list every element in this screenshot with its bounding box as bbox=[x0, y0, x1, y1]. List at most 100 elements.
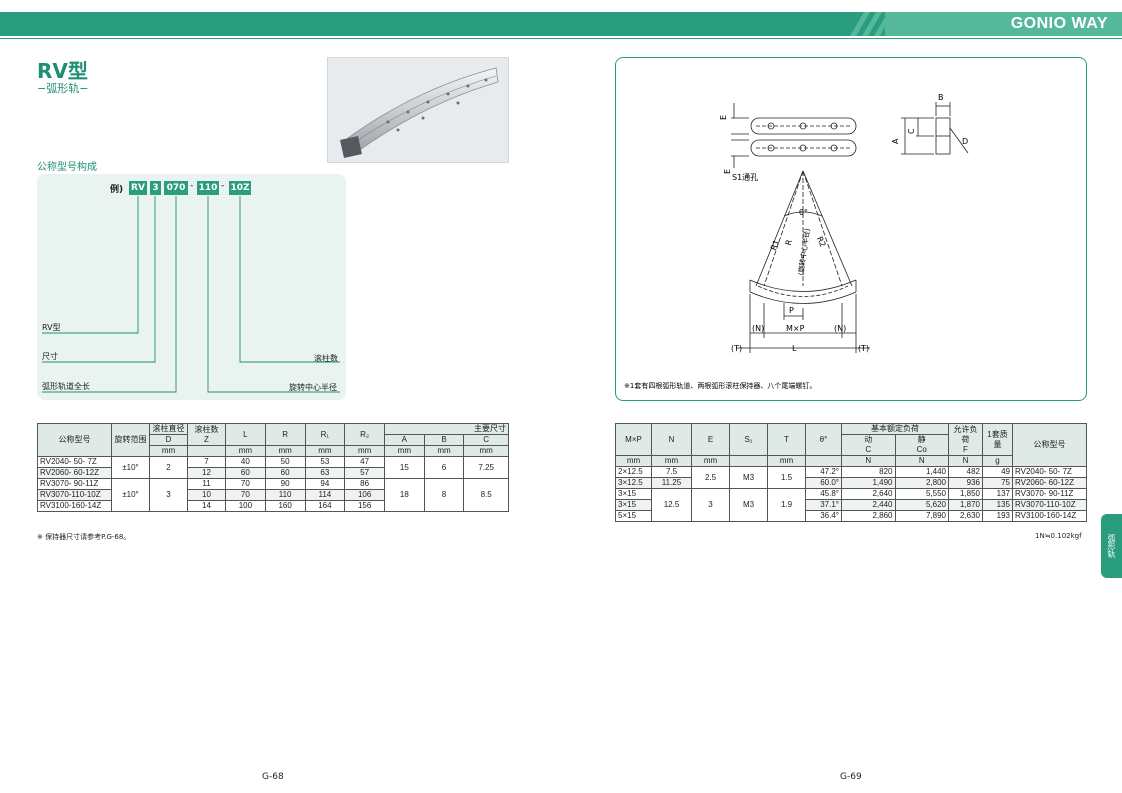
cell-s1: M3 bbox=[729, 466, 768, 489]
label-size: 尺寸 bbox=[42, 352, 58, 361]
cell-mass: 137 bbox=[982, 488, 1013, 500]
cell-r2: 106 bbox=[344, 489, 385, 501]
page-number-left: G-68 bbox=[262, 772, 284, 782]
cell-r1: 63 bbox=[304, 467, 346, 479]
cell-c: 2,640 bbox=[841, 488, 896, 500]
dim-E-bottom: E bbox=[723, 169, 732, 174]
cell-theta: 45.8° bbox=[805, 488, 842, 500]
cell-f: 482 bbox=[948, 466, 983, 478]
th-unit: mm bbox=[149, 445, 188, 457]
table-row: RV2040- 50- 7Z ±10° 2 7 40 50 53 47 15 6… bbox=[37, 456, 509, 479]
dim-MxP: M×P bbox=[786, 324, 805, 333]
product-photo bbox=[327, 57, 509, 163]
cell-c: 820 bbox=[841, 466, 896, 478]
th-R2: R₂ bbox=[344, 423, 385, 446]
cell-theta: 47.2° bbox=[805, 466, 842, 478]
cell-r2: 57 bbox=[344, 467, 385, 479]
dim-A: A bbox=[891, 138, 900, 144]
th-s1: S₁ bbox=[729, 423, 768, 456]
cell-l: 60 bbox=[225, 467, 266, 479]
th-unit: mm bbox=[767, 455, 806, 467]
table-row: RV3070- 90-11Z ±10° 3 11 70 90 94 86 18 … bbox=[37, 478, 509, 512]
cell-z: 7 bbox=[187, 456, 226, 468]
dim-T-right: (T) bbox=[858, 344, 869, 353]
cell-t: 1.9 bbox=[767, 488, 806, 522]
cell-model: RV3070-110-10Z bbox=[1012, 499, 1087, 511]
th-unit: mm bbox=[225, 445, 266, 457]
cell-mass: 75 bbox=[982, 477, 1013, 489]
cell-r: 50 bbox=[264, 456, 306, 468]
cell-s1: M3 bbox=[729, 488, 768, 522]
right-spec-table: M×P N E S₁ T θ° 基本额定负荷 允许负荷 F 1套质量 公称型号 动… bbox=[615, 423, 1087, 522]
dim-P: P bbox=[789, 306, 794, 315]
th-L: L bbox=[225, 423, 266, 446]
cell-theta: 37.1° bbox=[805, 499, 842, 511]
cell-mass: 193 bbox=[982, 510, 1013, 522]
th-unit: mm bbox=[423, 445, 465, 457]
cell-r: 60 bbox=[264, 467, 306, 479]
cell-mxp: 5×15 bbox=[615, 510, 652, 522]
cell-mxp: 3×15 bbox=[615, 488, 652, 500]
section-side-tab[interactable]: 弧形轨 bbox=[1101, 514, 1122, 578]
cell-co: 2,800 bbox=[894, 477, 949, 489]
cell-b: 8 bbox=[423, 478, 465, 512]
cell-r2: 86 bbox=[344, 478, 385, 490]
cell-co: 7,890 bbox=[894, 510, 949, 522]
cell-r: 160 bbox=[264, 500, 306, 512]
cell-t: 1.5 bbox=[767, 466, 806, 489]
cell-model: RV3100-160-14Z bbox=[37, 500, 112, 512]
cell-r: 90 bbox=[264, 478, 306, 490]
th-allowable: 允许负荷 F bbox=[948, 423, 983, 456]
th-B: B bbox=[423, 434, 465, 446]
cell-range: ±10° bbox=[111, 456, 150, 479]
th-mxp: M×P bbox=[615, 423, 652, 456]
cell-model: RV3070- 90-11Z bbox=[1012, 488, 1087, 500]
cell-l: 70 bbox=[225, 478, 266, 490]
table-row: 2×12.5 7.5 2.5 M3 1.5 47.2° 820 1,440 48… bbox=[615, 466, 1087, 489]
cell-model: RV2060- 60-12Z bbox=[1012, 477, 1087, 489]
cell-z: 11 bbox=[187, 478, 226, 490]
cell-model: RV2040- 50- 7Z bbox=[1012, 466, 1087, 478]
dimension-diagram: E E B A C D S1通孔 θ° R1 R R2 (旋转中心半径) P (… bbox=[624, 93, 969, 390]
cell-n: 12.5 bbox=[651, 488, 692, 522]
cell-c: 2,860 bbox=[841, 510, 896, 522]
cell-r2: 47 bbox=[344, 456, 385, 468]
th-t: T bbox=[767, 423, 806, 456]
left-table-note: ※ 保持器尺寸请参考P.G-68。 bbox=[37, 533, 131, 541]
right-table-note: 1N≒0.102kgf bbox=[1035, 532, 1082, 540]
diagram-note: ※1套有四根弧形轨道、两根弧形滚柱保持器、八个尾端螺钉。 bbox=[624, 381, 816, 390]
dim-N-left: (N) bbox=[752, 324, 764, 333]
page-number-right: G-69 bbox=[840, 772, 862, 782]
dim-B: B bbox=[938, 93, 944, 102]
cell-e: 3 bbox=[691, 488, 730, 522]
label-rotation-center: (旋转中心半径) bbox=[796, 227, 812, 276]
th-model: 公称型号 bbox=[37, 423, 112, 457]
cell-theta: 60.0° bbox=[805, 477, 842, 489]
th-unit: mm bbox=[691, 455, 730, 467]
th-roller-dia-sym: D bbox=[149, 434, 188, 446]
th-unit-empty bbox=[805, 455, 842, 467]
cell-co: 1,440 bbox=[894, 466, 949, 478]
dim-R2: R2 bbox=[815, 235, 828, 248]
dim-D: D bbox=[962, 137, 968, 146]
arc-rail-image bbox=[340, 67, 499, 158]
dim-N-right: (N) bbox=[834, 324, 846, 333]
brand-title: GONIO WAY bbox=[1010, 15, 1108, 32]
th-R: R bbox=[264, 423, 306, 446]
th-unit: mm bbox=[651, 455, 692, 467]
label-rail-length: 弧形轨道全长 bbox=[42, 382, 90, 391]
cell-r1: 114 bbox=[304, 489, 346, 501]
cell-model: RV2040- 50- 7Z bbox=[37, 456, 112, 468]
th-unit: mm bbox=[304, 445, 346, 457]
th-unit: N bbox=[894, 455, 949, 467]
th-unit: mm bbox=[264, 445, 306, 457]
cell-z: 10 bbox=[187, 489, 226, 501]
left-spec-table: 公称型号 旋转范围 滚柱直径 滚柱数 Z L R R₁ R₂ 主要尺寸 D A B… bbox=[37, 423, 509, 512]
cell-e: 2.5 bbox=[691, 466, 730, 489]
cell-f: 1,870 bbox=[948, 499, 983, 511]
cell-co: 5,550 bbox=[894, 488, 949, 500]
th-n: N bbox=[651, 423, 692, 456]
header-stripes-decoration bbox=[850, 12, 890, 36]
cell-l: 70 bbox=[225, 489, 266, 501]
th-A: A bbox=[384, 434, 425, 446]
